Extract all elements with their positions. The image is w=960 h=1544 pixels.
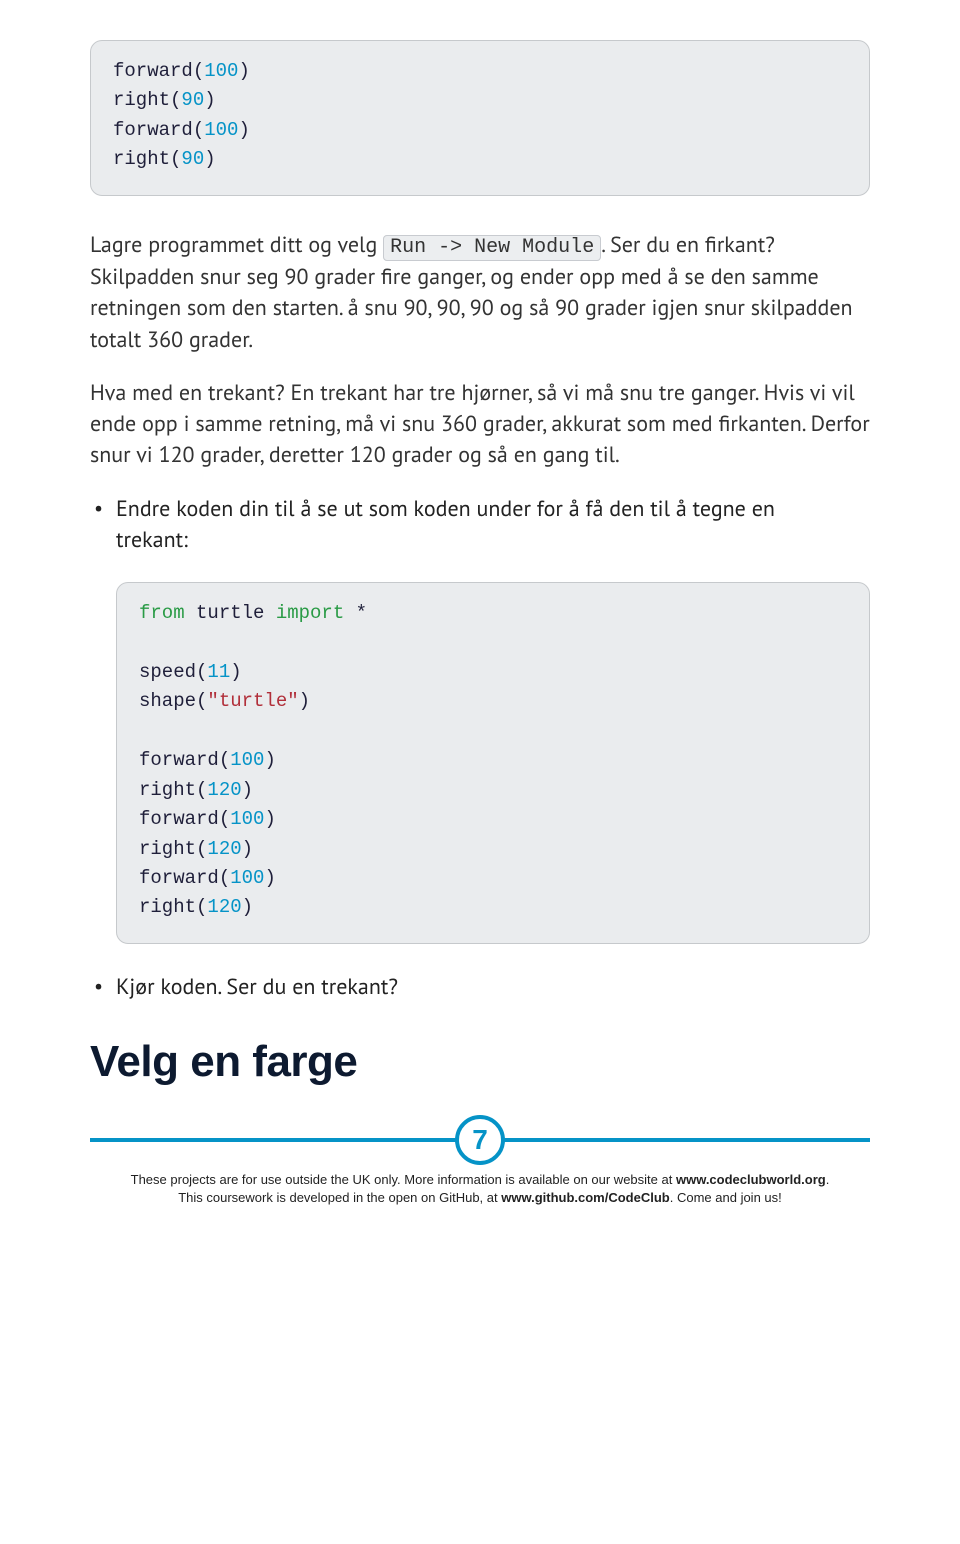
code-line bbox=[139, 717, 847, 746]
code-token: turtle bbox=[185, 602, 276, 624]
code-line: right(90) bbox=[113, 145, 847, 174]
footer-line2-b: www.github.com/CodeClub bbox=[501, 1190, 670, 1205]
footer-line2-a: This coursework is developed in the open… bbox=[178, 1190, 501, 1205]
code-line: right(120) bbox=[139, 893, 847, 922]
code-token: ) bbox=[242, 838, 253, 860]
page-footer: 7 These projects are for use outside the… bbox=[90, 1115, 870, 1206]
code-token: 100 bbox=[230, 867, 264, 889]
code-token: shape( bbox=[139, 690, 207, 712]
code-token: forward( bbox=[139, 749, 230, 771]
code-token: forward( bbox=[139, 808, 230, 830]
code-line: forward(100) bbox=[113, 116, 847, 145]
code-token: ) bbox=[242, 896, 253, 918]
code-token: right( bbox=[139, 779, 207, 801]
code-token: 100 bbox=[230, 749, 264, 771]
code-token: forward( bbox=[113, 60, 204, 82]
code-token: 90 bbox=[181, 89, 204, 111]
code-token: 120 bbox=[207, 896, 241, 918]
footer-line1-a: These projects are for use outside the U… bbox=[131, 1172, 676, 1187]
code-token: 120 bbox=[207, 838, 241, 860]
code-token: from bbox=[139, 602, 185, 624]
section-heading: Velg en farge bbox=[90, 1037, 870, 1087]
code-block-bottom: from turtle import * speed(11)shape("tur… bbox=[116, 582, 870, 944]
code-line: right(120) bbox=[139, 776, 847, 805]
code-line: forward(100) bbox=[139, 746, 847, 775]
code-token: right( bbox=[113, 89, 181, 111]
bullet-item-1: Endre koden din til å se ut som koden un… bbox=[90, 494, 870, 944]
code-token: ) bbox=[204, 89, 215, 111]
code-token: ) bbox=[230, 661, 241, 683]
inline-code-run: Run -> New Module bbox=[383, 235, 601, 261]
code-token: import bbox=[276, 602, 344, 624]
paragraph-2: Hva med en trekant? En trekant har tre h… bbox=[90, 378, 870, 472]
bullet-item-2: Kjør koden. Ser du en trekant? bbox=[90, 972, 870, 1003]
prose-block: Lagre programmet ditt og velg Run -> New… bbox=[90, 230, 870, 472]
code-block-top: forward(100)right(90)forward(100)right(9… bbox=[90, 40, 870, 196]
code-token: 100 bbox=[230, 808, 264, 830]
footer-line1-b: www.codeclubworld.org bbox=[676, 1172, 826, 1187]
code-token: ) bbox=[264, 808, 275, 830]
paragraph-1: Lagre programmet ditt og velg Run -> New… bbox=[90, 230, 870, 356]
bullet1-line-b: trekant: bbox=[116, 525, 870, 556]
code-token: ) bbox=[238, 60, 249, 82]
code-token: forward( bbox=[139, 867, 230, 889]
code-line: forward(100) bbox=[139, 805, 847, 834]
footer-note: These projects are for use outside the U… bbox=[90, 1171, 870, 1206]
code-line: forward(100) bbox=[139, 864, 847, 893]
code-token: 90 bbox=[181, 148, 204, 170]
code-token: speed( bbox=[139, 661, 207, 683]
code-token: forward( bbox=[113, 119, 204, 141]
code-line: right(120) bbox=[139, 835, 847, 864]
code-token: 120 bbox=[207, 779, 241, 801]
code-token: ) bbox=[204, 148, 215, 170]
code-token: ) bbox=[238, 119, 249, 141]
code-token: ) bbox=[242, 779, 253, 801]
code-line bbox=[139, 628, 847, 657]
code-token: 11 bbox=[207, 661, 230, 683]
code-token: 100 bbox=[204, 60, 238, 82]
code-token: right( bbox=[139, 896, 207, 918]
footer-line2-c: . Come and join us! bbox=[670, 1190, 782, 1205]
code-token: "turtle" bbox=[207, 690, 298, 712]
code-line: shape("turtle") bbox=[139, 687, 847, 716]
code-token: ) bbox=[299, 690, 310, 712]
code-line: right(90) bbox=[113, 86, 847, 115]
code-line: forward(100) bbox=[113, 57, 847, 86]
code-line: from turtle import * bbox=[139, 599, 847, 628]
code-token: right( bbox=[113, 148, 181, 170]
para1-text-a: Lagre programmet ditt og velg bbox=[90, 231, 383, 259]
footer-divider: 7 bbox=[90, 1115, 870, 1165]
code-token: ) bbox=[264, 749, 275, 771]
code-token: right( bbox=[139, 838, 207, 860]
code-token: ) bbox=[264, 867, 275, 889]
code-line: speed(11) bbox=[139, 658, 847, 687]
code-token: * bbox=[344, 602, 367, 624]
page-number-badge: 7 bbox=[455, 1115, 505, 1165]
bullet1-line-a: Endre koden din til å se ut som koden un… bbox=[116, 494, 870, 525]
code-token: 100 bbox=[204, 119, 238, 141]
footer-line1-c: . bbox=[826, 1172, 830, 1187]
